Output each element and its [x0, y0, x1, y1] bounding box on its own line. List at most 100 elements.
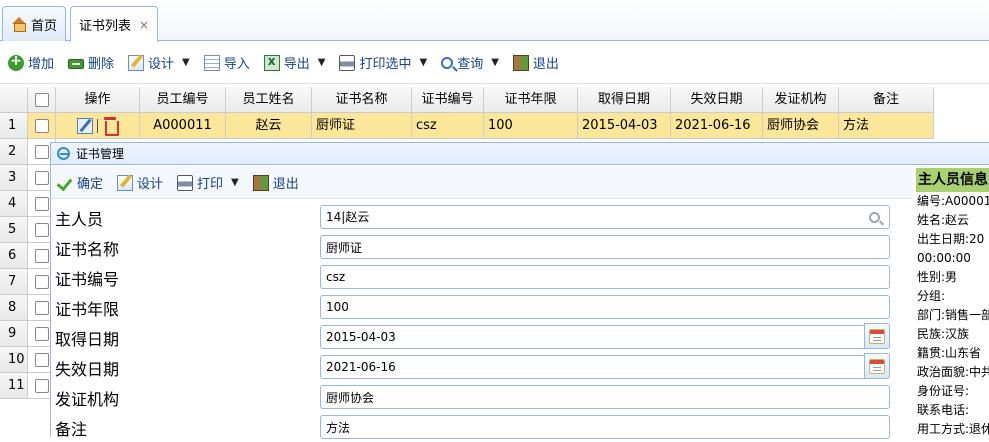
owner-info-panel: 主人员信息 编号:A000011 姓名:赵云 出生日期:20 00:00:00 …	[916, 167, 989, 438]
dialog-design-button-label: 设计	[137, 177, 164, 192]
exit-button[interactable]: 退出	[512, 53, 559, 72]
column-header-cert-years[interactable]: 证书年限	[484, 87, 578, 113]
add-button-label: 增加	[28, 57, 55, 72]
search-icon[interactable]	[864, 208, 884, 226]
trash-icon[interactable]	[102, 116, 119, 136]
calendar-button[interactable]	[864, 323, 890, 349]
cert-no-input[interactable]	[320, 265, 890, 289]
search-icon	[441, 56, 454, 69]
delete-icon	[68, 59, 85, 69]
row-checkbox[interactable]	[34, 378, 49, 393]
form-row-remark: 备注	[51, 412, 913, 442]
excel-icon	[263, 54, 280, 71]
chevron-down-icon[interactable]: ▼	[182, 57, 190, 68]
issuer-label: 发证机构	[55, 390, 120, 409]
row-checkbox[interactable]	[34, 352, 49, 367]
row-number: 11	[0, 373, 28, 399]
select-all-checkbox[interactable]	[34, 92, 49, 107]
delete-button-label: 删除	[88, 57, 115, 72]
chevron-down-icon[interactable]: ▼	[491, 57, 499, 68]
form-row-cert-years: 证书年限	[51, 292, 913, 322]
row-checkbox[interactable]	[34, 326, 49, 341]
cell-cert-years: 100	[484, 113, 578, 139]
add-button[interactable]: 增加	[8, 53, 54, 72]
row-checkbox[interactable]	[34, 144, 49, 159]
dialog-print-button[interactable]: 打印 ▼	[177, 173, 239, 192]
close-icon[interactable]: ×	[139, 18, 149, 32]
table-row[interactable]: 1 A000011 赵云 厨师证 csz 100 2015-04-03 2021…	[0, 113, 934, 139]
column-header-expire-date[interactable]: 失效日期	[671, 87, 763, 113]
design-icon	[117, 174, 134, 191]
form-row-issuer: 发证机构	[51, 382, 913, 412]
column-header-emp-name[interactable]: 员工姓名	[226, 87, 312, 113]
column-header-issue-date[interactable]: 取得日期	[578, 87, 671, 113]
printer-icon	[177, 174, 194, 191]
expire-date-input[interactable]	[320, 355, 890, 379]
import-button-label: 导入	[223, 57, 250, 72]
row-checkbox[interactable]	[34, 222, 49, 237]
confirm-button[interactable]: 确定	[57, 173, 103, 192]
query-button[interactable]: 查询 ▼	[441, 53, 499, 72]
tab-certificate-list[interactable]: 证书列表 ×	[70, 6, 159, 42]
owner-field[interactable]: 14|赵云	[320, 205, 890, 229]
edit-icon[interactable]	[77, 117, 93, 134]
tab-certificate-list-label: 证书列表	[79, 19, 132, 34]
row-checkbox[interactable]	[34, 300, 49, 315]
row-checkbox[interactable]	[34, 196, 49, 211]
main-toolbar: 增加 删除 设计 ▼ 导入 导出 ▼ 打印选中 ▼ 查询 ▼ 退出	[0, 42, 989, 84]
owner-info-item: 政治面貌:中共	[917, 365, 989, 379]
print-selected-button[interactable]: 打印选中 ▼	[339, 53, 427, 72]
export-button[interactable]: 导出 ▼	[263, 53, 326, 72]
certificate-dialog: 证书管理 确定 设计 打印 ▼ 退出 主人员 14|赵云 证书名称 厨师证 证书…	[50, 142, 989, 439]
column-header-remark[interactable]: 备注	[839, 87, 934, 113]
row-checkbox[interactable]	[34, 170, 49, 185]
owner-info-item: 姓名:赵云	[917, 213, 970, 227]
dialog-toolbar: 确定 设计 打印 ▼ 退出	[51, 167, 913, 199]
form-row-expire-date: 失效日期	[51, 352, 913, 382]
cell-expire-date: 2021-06-16	[671, 113, 763, 139]
column-header-cert-no[interactable]: 证书编号	[412, 87, 484, 113]
delete-button[interactable]: 删除	[68, 53, 114, 72]
calendar-button[interactable]	[864, 353, 890, 379]
column-header-cert-name[interactable]: 证书名称	[312, 87, 412, 113]
row-checkbox[interactable]	[34, 274, 49, 289]
cert-years-input[interactable]	[320, 295, 890, 319]
owner-info-item: 00:00:00	[917, 251, 971, 265]
chevron-down-icon[interactable]: ▼	[420, 57, 428, 68]
chevron-down-icon[interactable]: ▼	[318, 57, 326, 68]
issuer-input[interactable]	[320, 385, 890, 409]
tab-home[interactable]: 首页	[2, 6, 67, 41]
design-button[interactable]: 设计 ▼	[128, 53, 190, 72]
cell-cert-name: 厨师证	[312, 113, 412, 139]
column-header-issuer[interactable]: 发证机构	[763, 87, 839, 113]
owner-value: 14|赵云	[326, 210, 370, 224]
import-button[interactable]: 导入	[203, 53, 250, 72]
expire-date-label: 失效日期	[55, 360, 120, 379]
remark-label: 备注	[55, 420, 88, 439]
chevron-down-icon[interactable]: ▼	[231, 177, 239, 188]
owner-info-item: 用工方式:退休	[917, 422, 989, 436]
remark-input[interactable]	[320, 415, 890, 439]
row-checkbox[interactable]	[34, 118, 49, 133]
owner-info-item: 部门:销售一部	[917, 308, 989, 322]
dialog-design-button[interactable]: 设计	[117, 173, 163, 192]
cell-remark: 方法	[839, 113, 934, 139]
owner-info-item: 分组:	[917, 289, 946, 303]
column-header-ops[interactable]: 操作	[56, 87, 140, 113]
browser-icon	[57, 147, 70, 160]
dialog-title-bar[interactable]: 证书管理	[51, 143, 989, 165]
column-header-emp-no[interactable]: 员工编号	[140, 87, 226, 113]
row-number: 5	[0, 217, 28, 243]
owner-label: 主人员	[55, 210, 104, 229]
cert-name-input[interactable]	[320, 235, 890, 259]
row-number: 2	[0, 139, 28, 165]
calendar-icon	[869, 358, 885, 374]
form-row-issue-date: 取得日期	[51, 322, 913, 352]
query-button-label: 查询	[457, 57, 484, 72]
dialog-title: 证书管理	[76, 147, 125, 161]
dialog-exit-button[interactable]: 退出	[252, 173, 299, 192]
cell-issuer: 厨师协会	[763, 113, 839, 139]
issue-date-input[interactable]	[320, 325, 890, 349]
row-number: 6	[0, 243, 28, 269]
row-checkbox[interactable]	[34, 248, 49, 263]
